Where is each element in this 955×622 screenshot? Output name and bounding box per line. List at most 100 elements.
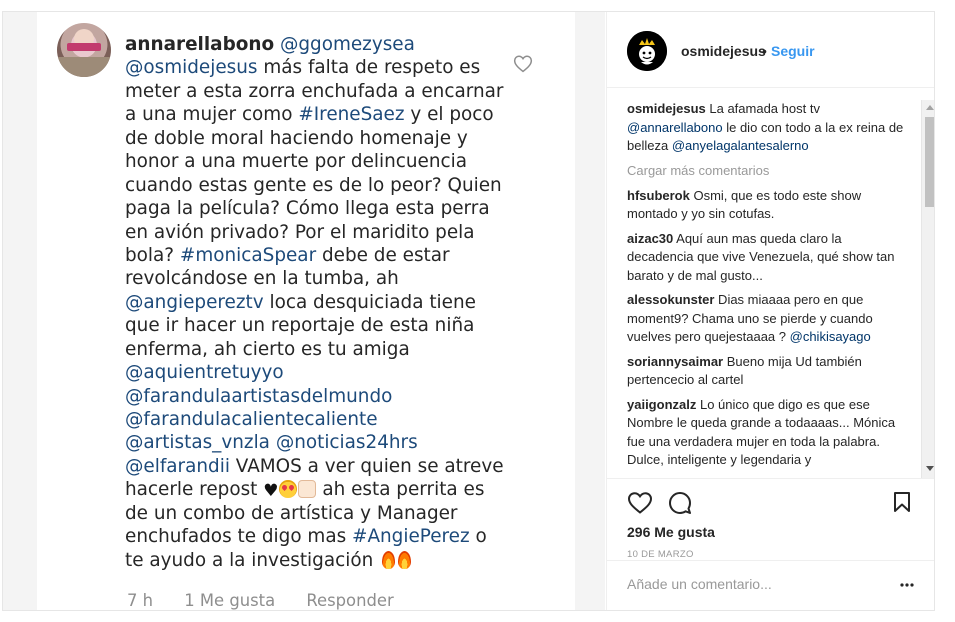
media-text-line: hacerle repost ♥ ah esta perrita es [125,478,515,501]
media-text: cuando estas gente es de lo peor? Quien [125,174,502,196]
media-comment-time: 7 h [127,591,154,610]
list-item: yaiigonzalz Lo único que digo es que ese… [627,396,907,470]
media-text: enferma, ah cierto es tu amiga [125,338,410,360]
media-text-line: meter a esta zorra enchufada a encarnar [125,80,515,103]
comment-username[interactable]: osmidejesus [627,101,706,116]
black-heart-emoji-icon: ♥ [263,481,279,502]
comment-username[interactable]: hfsuberok [627,188,690,203]
media-text-line: te ayudo a la investigación [125,549,515,572]
post-caption: osmidejesus La afamada host tv @annarell… [627,100,907,156]
scroll-thumb[interactable] [925,117,934,207]
media-text: meter a esta zorra enchufada a encarnar [125,80,504,102]
clapping-emoji-icon [298,480,317,499]
media-mention: @farandulaartistasdelmundo [125,385,393,407]
media-text-line: honor a una muerte por delincuencia [125,150,515,173]
likes-count[interactable]: 296 Me gusta [627,524,715,540]
media-comment-username: annarellabono [125,34,275,55]
scroll-up-arrow-icon[interactable] [926,105,934,110]
media-mention: @aquientretuyyo [125,362,284,384]
media-text: revolcándose en la tumba, ah [125,268,399,290]
media-avatar [57,23,111,77]
comment-username[interactable]: yaiigonzalz [627,397,696,412]
media-text-line: bola? #monicaSpear debe de estar [125,244,515,267]
media-text-line: @elfarandii VAMOS a ver quien se atreve [125,455,515,478]
avatar[interactable] [627,31,667,71]
comment-username[interactable]: alessokunster [627,292,714,307]
crown-logo-icon [627,31,667,71]
follow-button[interactable]: Seguir [771,43,815,59]
post-author-username[interactable]: osmidejesus [681,43,766,59]
media-text: debe de estar [316,244,450,266]
media-text-line: cuando estas gente es de lo peor? Quien [125,174,515,197]
fire-emoji-icon [382,550,396,569]
comment-input[interactable] [627,573,877,595]
add-comment-bar [607,560,934,610]
comment-mention-link[interactable]: @chikisayago [790,329,871,344]
media-text: o [469,526,487,548]
comment-mention-link[interactable]: @anyelagalantesalerno [672,138,809,153]
media-mention: @artistas_vnzla [125,432,270,454]
media-mention: @angiepereztv [125,291,264,313]
media-text: que ir hacer un reportaje de esta niña [125,315,475,337]
media-text-line: enferma, ah cierto es tu amiga [125,338,515,361]
media-mention: @elfarandii [125,455,230,477]
comment-username[interactable]: soriannysaimar [627,354,723,369]
comments-scrollbar[interactable] [921,100,934,478]
more-options-icon[interactable] [899,577,915,593]
media-text: más falta de respeto es [257,57,481,79]
comment-text: La afamada host tv [705,101,820,116]
media-text-line: @farandulaartistasdelmundo [125,385,515,408]
list-item: soriannysaimar Bueno mija Ud también per… [627,353,907,390]
media-mention: @ggomezysea [279,34,415,55]
media-mention: #AngiePerez [352,526,470,548]
list-item: alessokunster Dias miaaaa pero en que mo… [627,291,907,347]
fire-emoji-icon [398,550,412,569]
comment-bubble-icon[interactable] [668,491,692,515]
media-text: de doble moral haciendo homenaje y [125,127,468,149]
media-text: te ayudo a la investigación [125,549,380,571]
media-text: VAMOS a ver quien se atreve [229,455,504,477]
post-date: 10 DE MARZO [627,549,694,560]
media-text-line: @angiepereztv loca desquiciada tiene [125,291,515,314]
post-media[interactable]: annarellabono @ggomezysea @osmidejesus má… [3,12,605,610]
media-text: hacerle repost [125,479,264,501]
post-header: osmidejesus • Seguir [607,12,934,88]
post-card: annarellabono @ggomezysea @osmidejesus má… [2,11,935,611]
media-text-line: en avión privado? Por el maridito pela [125,221,515,244]
media-text-line: enchufados te digo mas #AngiePerez o [125,525,515,548]
bookmark-icon[interactable] [893,491,911,513]
media-text: de un combo de artística y Manager [125,502,458,524]
media-comment-likes: 1 Me gusta [184,591,276,610]
media-text-line: @aquientretuyyo [125,361,515,384]
comment-mention-link[interactable]: @annarellabono [627,120,723,135]
media-mention: #IreneSaez [298,104,405,126]
media-text: enchufados te digo mas [125,526,353,548]
comments-inner: osmidejesus La afamada host tv @annarell… [627,100,907,475]
media-mention: #monicaSpear [179,244,317,266]
scroll-down-arrow-icon[interactable] [926,466,934,471]
heart-outline-icon [513,55,533,73]
load-more-comments-button[interactable]: Cargar más comentarios [627,162,907,180]
comments-list[interactable]: osmidejesus La afamada host tv @annarell… [607,100,934,475]
media-text: y el poco [404,104,494,126]
media-text: en avión privado? Por el maridito pela [125,221,475,243]
comment-username[interactable]: aizac30 [627,231,673,246]
media-comment-reply: Responder [306,591,394,610]
media-text-line: annarellabono @ggomezysea [125,33,515,56]
media-text-line: que ir hacer un reportaje de esta niña [125,314,515,337]
media-text-line: a una mujer como #IreneSaez y el poco [125,103,515,126]
media-text: paga la película? Cómo llega esta perra [125,198,490,220]
media-text-line: @farandulacalientecaliente [125,408,515,431]
media-text-line: revolcándose en la tumba, ah [125,267,515,290]
heart-icon[interactable] [627,491,653,515]
media-mention: @farandulacalientecaliente [125,409,378,430]
media-text-line: paga la película? Cómo llega esta perra [125,197,515,220]
media-mention: @noticias24hrs [275,432,418,454]
list-item: aizac30 Aquí aun mas queda claro la deca… [627,230,907,286]
media-text: honor a una muerte por delincuencia [125,151,468,173]
header-separator: • [762,43,767,59]
media-comment-footer: 7 h 1 Me gusta Responder [127,591,420,610]
list-item: hfsuberok Osmi, que es todo este show mo… [627,187,907,224]
media-comment-text: annarellabono @ggomezysea @osmidejesus má… [125,33,515,572]
heart-eyes-emoji-icon [279,480,298,499]
